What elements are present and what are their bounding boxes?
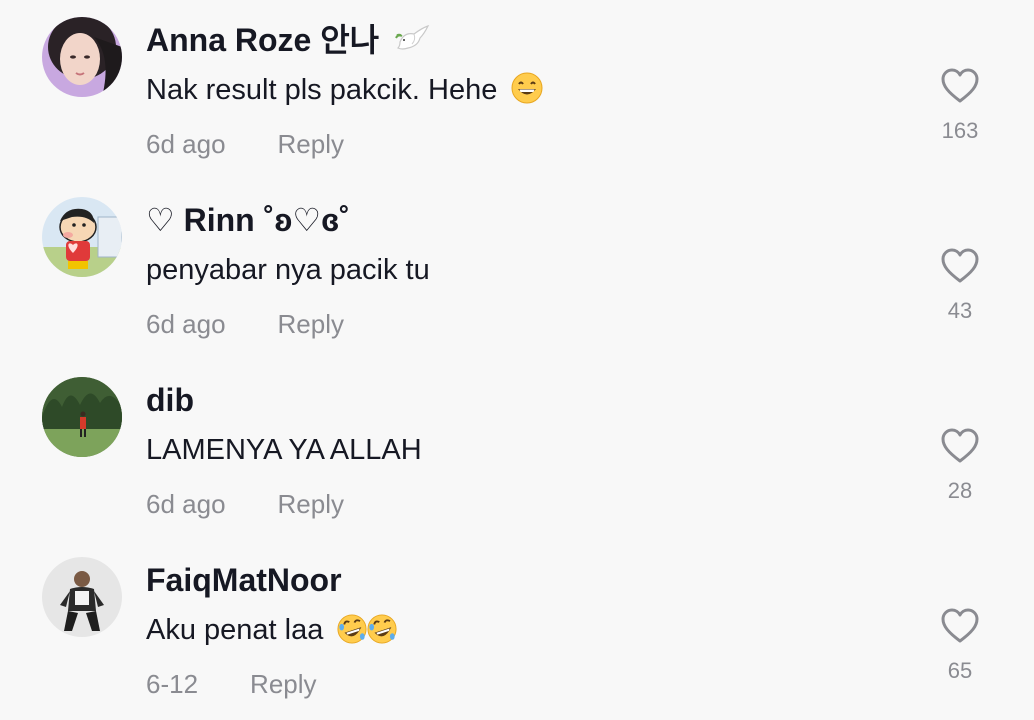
reply-button[interactable]: Reply xyxy=(278,489,344,519)
comment-timestamp: 6d ago xyxy=(146,489,226,519)
avatar[interactable] xyxy=(42,557,122,637)
comment-text-content: Nak result pls pakcik. Hehe xyxy=(146,74,498,106)
comment-username[interactable]: FaiqMatNoor xyxy=(146,558,342,602)
comment-timestamp: 6d ago xyxy=(146,129,226,159)
heart-icon xyxy=(941,608,979,643)
rofl-emoji-icon xyxy=(337,613,367,657)
comment-text-content: Aku penat laa xyxy=(146,614,324,646)
comment-text: Aku penat laa xyxy=(146,608,397,657)
comment-meta: 6d ago Reply xyxy=(146,124,344,164)
heart-icon xyxy=(941,428,979,463)
like-count: 28 xyxy=(947,478,973,503)
comment-timestamp: 6-12 xyxy=(146,669,199,699)
comment-item: Anna Roze 안나 Nak result pls pakcik. Hehe xyxy=(0,0,1034,180)
comment-meta: 6d ago Reply xyxy=(146,484,344,524)
comment-list: Anna Roze 안나 Nak result pls pakcik. Hehe xyxy=(0,0,1034,720)
avatar[interactable] xyxy=(42,377,122,457)
like-button[interactable] xyxy=(938,64,982,108)
comment-text-content: penyabar nya pacik tu xyxy=(146,254,430,286)
like-count: 65 xyxy=(947,658,973,683)
comment-item: ♡ Rinn ˚ʚ♡ɞ˚ penyabar nya pacik tu 6d ag… xyxy=(0,180,1034,360)
comment-text: Nak result pls pakcik. Hehe xyxy=(146,68,543,117)
avatar-image xyxy=(42,17,122,97)
username-text: Anna Roze 안나 xyxy=(146,22,380,58)
comment-username[interactable]: ♡ Rinn ˚ʚ♡ɞ˚ xyxy=(146,198,350,242)
like-button[interactable] xyxy=(938,424,982,468)
comment-text: LAMENYA YA ALLAH xyxy=(146,428,422,472)
avatar[interactable] xyxy=(42,17,122,97)
like-button[interactable] xyxy=(938,244,982,288)
comment-text-content: LAMENYA YA ALLAH xyxy=(146,434,422,466)
heart-icon xyxy=(941,68,979,103)
rofl-emoji-icon xyxy=(367,613,397,657)
comment-timestamp: 6d ago xyxy=(146,309,226,339)
avatar[interactable] xyxy=(42,197,122,277)
like-count: 163 xyxy=(941,118,979,143)
dove-icon xyxy=(394,23,430,67)
comment-item: FaiqMatNoor Aku penat laa 6-12 Reply 65 xyxy=(0,540,1034,720)
grinning-emoji-icon xyxy=(511,72,543,117)
reply-button[interactable]: Reply xyxy=(278,129,344,159)
comment-meta: 6-12 Reply xyxy=(146,664,317,704)
avatar-image xyxy=(42,377,122,457)
reply-button[interactable]: Reply xyxy=(278,309,344,339)
reply-button[interactable]: Reply xyxy=(250,669,316,699)
heart-icon xyxy=(941,248,979,283)
comment-item: dib LAMENYA YA ALLAH 6d ago Reply 28 xyxy=(0,360,1034,540)
comment-username[interactable]: Anna Roze 안나 xyxy=(146,18,430,67)
comment-username[interactable]: dib xyxy=(146,378,194,422)
comment-text: penyabar nya pacik tu xyxy=(146,248,430,292)
comment-meta: 6d ago Reply xyxy=(146,304,344,344)
avatar-image xyxy=(42,557,122,637)
like-button[interactable] xyxy=(938,604,982,648)
avatar-image xyxy=(42,197,122,277)
like-count: 43 xyxy=(947,298,973,323)
